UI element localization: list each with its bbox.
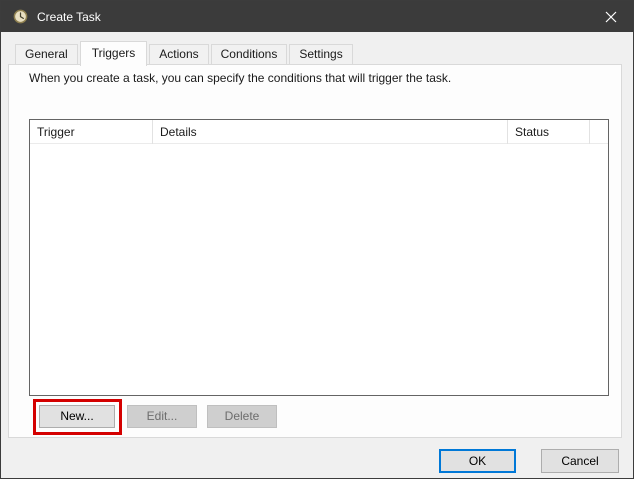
- trigger-list-header: Trigger Details Status: [30, 120, 608, 144]
- window-titlebar: Create Task: [1, 1, 633, 32]
- trigger-list[interactable]: Trigger Details Status: [29, 119, 609, 396]
- clock-icon: [13, 9, 28, 24]
- column-header-details[interactable]: Details: [153, 120, 508, 144]
- window-title: Create Task: [37, 9, 101, 24]
- close-button[interactable]: [588, 1, 633, 32]
- cancel-button[interactable]: Cancel: [541, 449, 619, 473]
- ok-button[interactable]: OK: [439, 449, 516, 473]
- column-header-trigger[interactable]: Trigger: [30, 120, 153, 144]
- column-header-status[interactable]: Status: [508, 120, 590, 144]
- create-task-dialog: Create Task General Triggers Actions Con…: [0, 0, 634, 479]
- edit-button[interactable]: Edit...: [127, 405, 197, 428]
- close-icon: [605, 11, 616, 22]
- trigger-list-body[interactable]: [30, 144, 608, 395]
- new-button[interactable]: New...: [39, 405, 115, 428]
- tab-settings[interactable]: Settings: [289, 44, 353, 65]
- tab-general[interactable]: General: [15, 44, 78, 65]
- tab-conditions[interactable]: Conditions: [210, 44, 288, 65]
- delete-button[interactable]: Delete: [207, 405, 277, 428]
- column-header-filler: [590, 120, 608, 144]
- tab-actions[interactable]: Actions: [149, 44, 209, 65]
- tab-triggers[interactable]: Triggers: [79, 41, 148, 66]
- tab-strip: General Triggers Actions Conditions Sett…: [15, 40, 355, 66]
- triggers-description: When you create a task, you can specify …: [29, 71, 452, 85]
- triggers-tab-page: When you create a task, you can specify …: [8, 64, 622, 438]
